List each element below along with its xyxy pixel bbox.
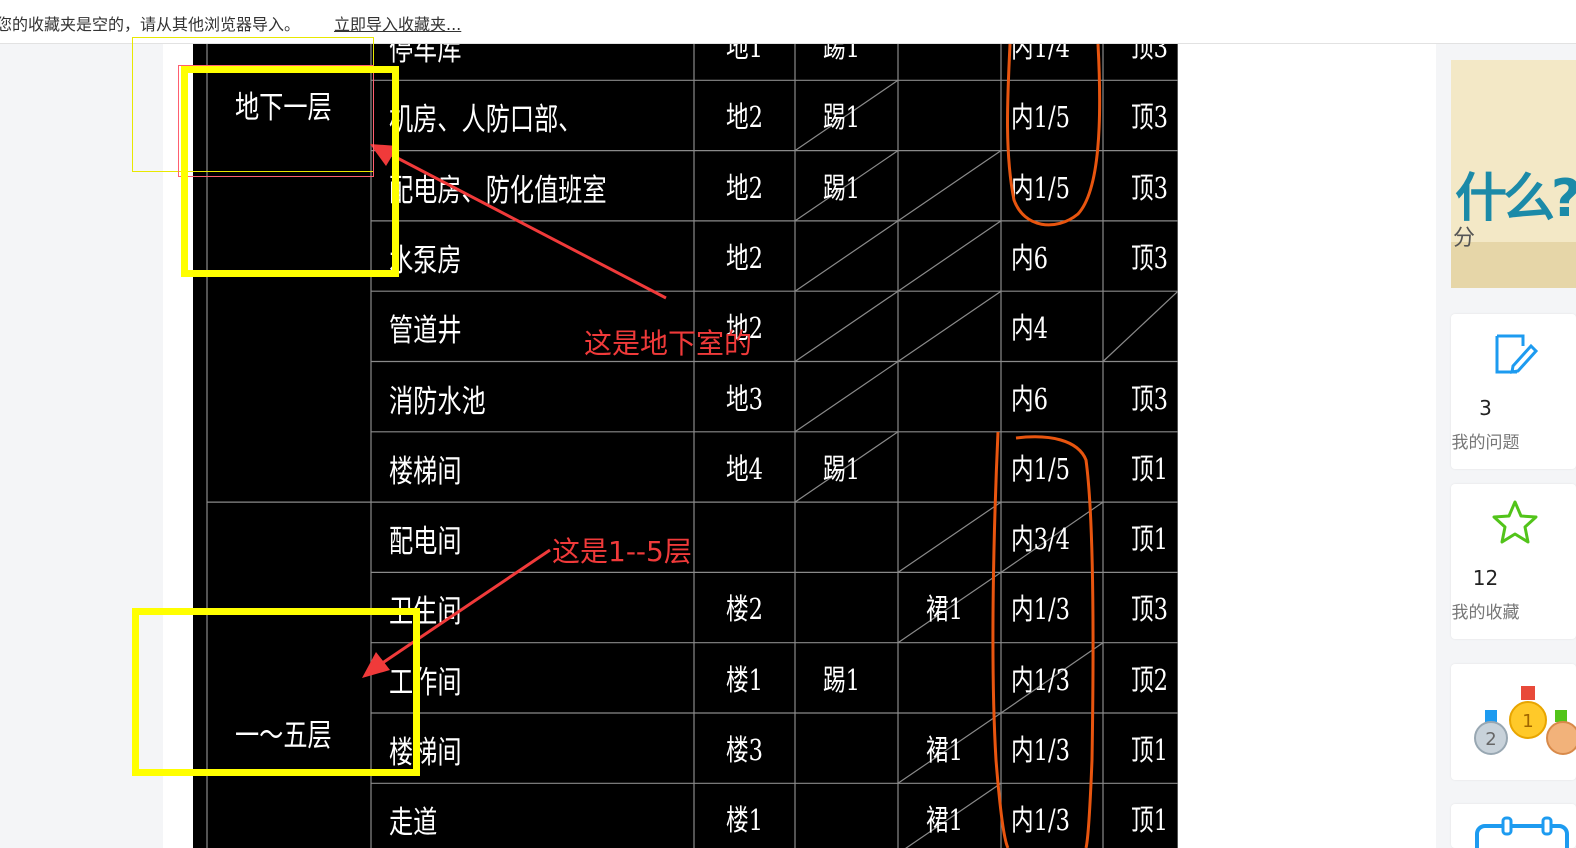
calendar-icon (1475, 816, 1569, 848)
promo-banner[interactable]: 什么? 分 (1451, 60, 1576, 288)
orange-circle-lower (991, 431, 1095, 848)
medals-card[interactable]: 2 1 (1451, 664, 1576, 780)
favorites-label: 我的收藏 (1451, 603, 1520, 623)
questions-count: 3 (1479, 396, 1492, 420)
yellow-highlight-basement (181, 66, 399, 277)
edit-icon (1495, 334, 1539, 374)
floors-note: 这是1--5层 (552, 535, 692, 568)
favorites-count: 12 (1472, 566, 1499, 590)
yellow-highlight-floors (132, 608, 420, 776)
medals-icon: 2 1 (1474, 686, 1576, 755)
banner-subtext: 分 (1453, 226, 1476, 251)
arrow-basement-line (381, 148, 667, 300)
basement-note: 这是地下室的 (584, 327, 753, 360)
my-favorites-card[interactable]: 12 我的收藏 (1451, 484, 1576, 639)
svg-text:1: 1 (1522, 711, 1533, 732)
star-icon (1492, 500, 1538, 544)
my-questions-card[interactable]: 3 我的问题 (1451, 314, 1576, 469)
svg-text:2: 2 (1485, 729, 1496, 750)
next-card[interactable] (1451, 804, 1576, 848)
orange-circle-upper (1006, 43, 1102, 227)
questions-label: 我的问题 (1451, 433, 1520, 453)
